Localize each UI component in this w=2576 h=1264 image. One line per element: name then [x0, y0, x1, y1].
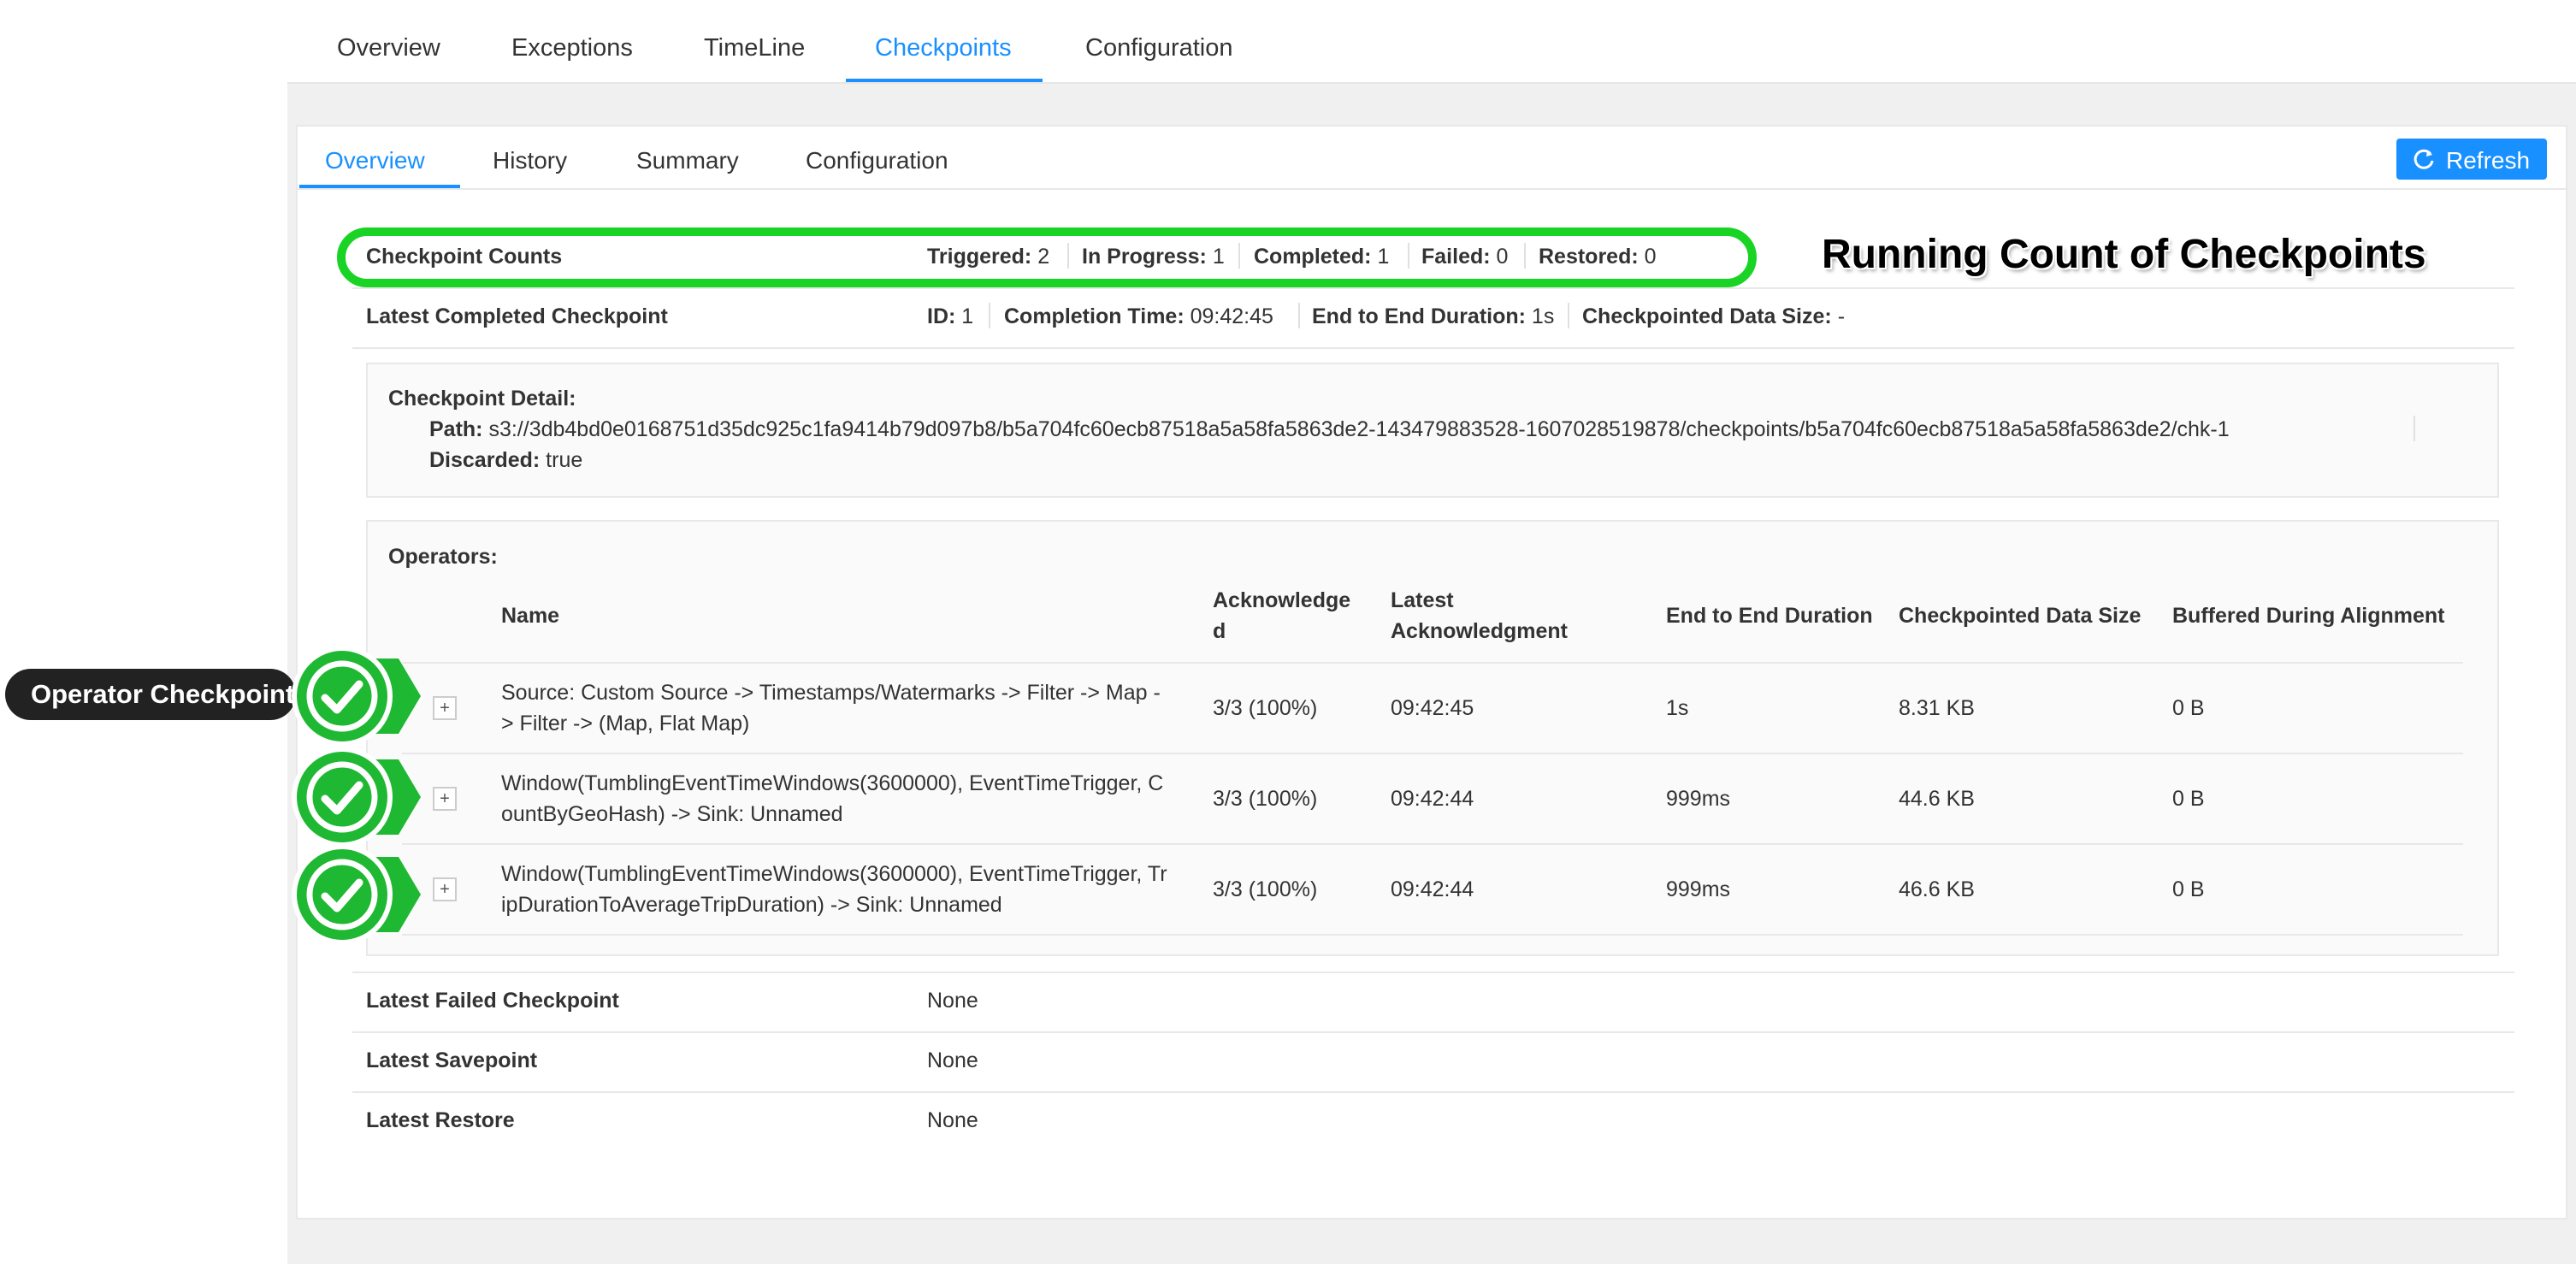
table-header-divider — [402, 662, 2463, 664]
tab-checkpoints[interactable]: Checkpoints — [875, 0, 1012, 82]
operator-checkpoint-callout: Operator Checkpoint — [5, 669, 296, 720]
col-latest-acknowledgment: Latest Acknowledgment — [1391, 588, 1568, 643]
tab-exceptions[interactable]: Exceptions — [511, 0, 633, 82]
row-divider — [352, 287, 2514, 289]
latest-failed-label: Latest Failed Checkpoint — [366, 989, 619, 1013]
latest-restore-value: None — [927, 1108, 978, 1132]
checkpoint-path: Path: s3://3db4bd0e0168751d35dc925c1fa94… — [429, 417, 2230, 441]
col-acknowledged: Acknowledge d — [1213, 588, 1351, 643]
check-icon — [292, 646, 421, 747]
operator-acknowledged: 3/3 (100%) — [1213, 877, 1318, 901]
operator-name: Source: Custom Source -> Timestamps/Wate… — [501, 681, 1161, 735]
end-to-end-duration: End to End Duration: 1s — [1312, 304, 1555, 328]
operator-latest-ack: 09:42:44 — [1391, 787, 1474, 811]
latest-savepoint-value: None — [927, 1048, 978, 1072]
expand-button[interactable]: + — [433, 696, 457, 720]
subtab-overview[interactable]: Overview — [325, 127, 425, 188]
active-tab-indicator — [846, 79, 1043, 82]
operator-acknowledged: 3/3 (100%) — [1213, 696, 1318, 720]
check-icon — [292, 747, 421, 848]
divider — [2414, 416, 2415, 441]
checkpoint-discarded: Discarded: true — [429, 448, 583, 472]
latest-completed-label: Latest Completed Checkpoint — [366, 304, 668, 328]
row-divider — [352, 972, 2514, 973]
row-divider — [402, 934, 2463, 936]
operator-latest-ack: 09:42:44 — [1391, 877, 1474, 901]
operator-buffered: 0 B — [2172, 696, 2205, 720]
tab-configuration[interactable]: Configuration — [1085, 0, 1233, 82]
sync-icon — [2414, 149, 2434, 169]
col-end-to-end-duration: End to End Duration — [1666, 604, 1873, 628]
operator-data-size: 8.31 KB — [1899, 696, 1975, 720]
checkpoint-id: ID: 1 — [927, 304, 974, 328]
divider — [1568, 303, 1569, 328]
operator-latest-ack: 09:42:45 — [1391, 696, 1474, 720]
latest-savepoint-label: Latest Savepoint — [366, 1048, 538, 1072]
operator-e2e-duration: 999ms — [1666, 877, 1731, 901]
divider — [989, 303, 990, 328]
completion-time: Completion Time: 09:42:45 — [1004, 304, 1273, 328]
checkpoint-subtabs: Overview History Summary Configuration — [298, 127, 2566, 190]
checkpoint-detail-title: Checkpoint Detail: — [388, 387, 576, 411]
operator-data-size: 44.6 KB — [1899, 787, 1975, 811]
row-divider — [352, 1091, 2514, 1093]
row-divider — [402, 753, 2463, 754]
active-subtab-indicator — [299, 185, 460, 188]
expand-button[interactable]: + — [433, 787, 457, 811]
subtab-history[interactable]: History — [493, 127, 567, 188]
operators-title: Operators: — [388, 545, 498, 569]
operator-name: Window(TumblingEventTimeWindows(3600000)… — [501, 862, 1167, 917]
col-name: Name — [501, 604, 560, 628]
job-tabs: Overview Exceptions TimeLine Checkpoints… — [287, 0, 2576, 84]
checkpoint-counts-highlight — [337, 227, 1757, 287]
row-divider — [352, 1031, 2514, 1033]
row-divider — [352, 347, 2514, 349]
operator-data-size: 46.6 KB — [1899, 877, 1975, 901]
operator-name: Window(TumblingEventTimeWindows(3600000)… — [501, 771, 1164, 826]
latest-failed-value: None — [927, 989, 978, 1013]
refresh-button[interactable]: Refresh — [2396, 139, 2547, 180]
subtab-configuration[interactable]: Configuration — [806, 127, 948, 188]
tab-timeline[interactable]: TimeLine — [704, 0, 805, 82]
refresh-label: Refresh — [2446, 147, 2531, 174]
col-checkpointed-data-size: Checkpointed Data Size — [1899, 604, 2142, 628]
row-divider — [402, 843, 2463, 845]
latest-restore-label: Latest Restore — [366, 1108, 515, 1132]
running-count-annotation: Running Count of Checkpoints — [1822, 232, 2426, 277]
operator-acknowledged: 3/3 (100%) — [1213, 787, 1318, 811]
operator-e2e-duration: 999ms — [1666, 787, 1731, 811]
tab-overview[interactable]: Overview — [337, 0, 440, 82]
check-icon — [292, 844, 421, 945]
subtab-summary[interactable]: Summary — [636, 127, 739, 188]
checkpointed-data-size: Checkpointed Data Size: - — [1582, 304, 1846, 328]
divider — [1298, 303, 1300, 328]
operator-buffered: 0 B — [2172, 877, 2205, 901]
col-buffered-during-alignment: Buffered During Alignment — [2172, 604, 2445, 628]
operator-buffered: 0 B — [2172, 787, 2205, 811]
operator-e2e-duration: 1s — [1666, 696, 1689, 720]
expand-button[interactable]: + — [433, 877, 457, 901]
